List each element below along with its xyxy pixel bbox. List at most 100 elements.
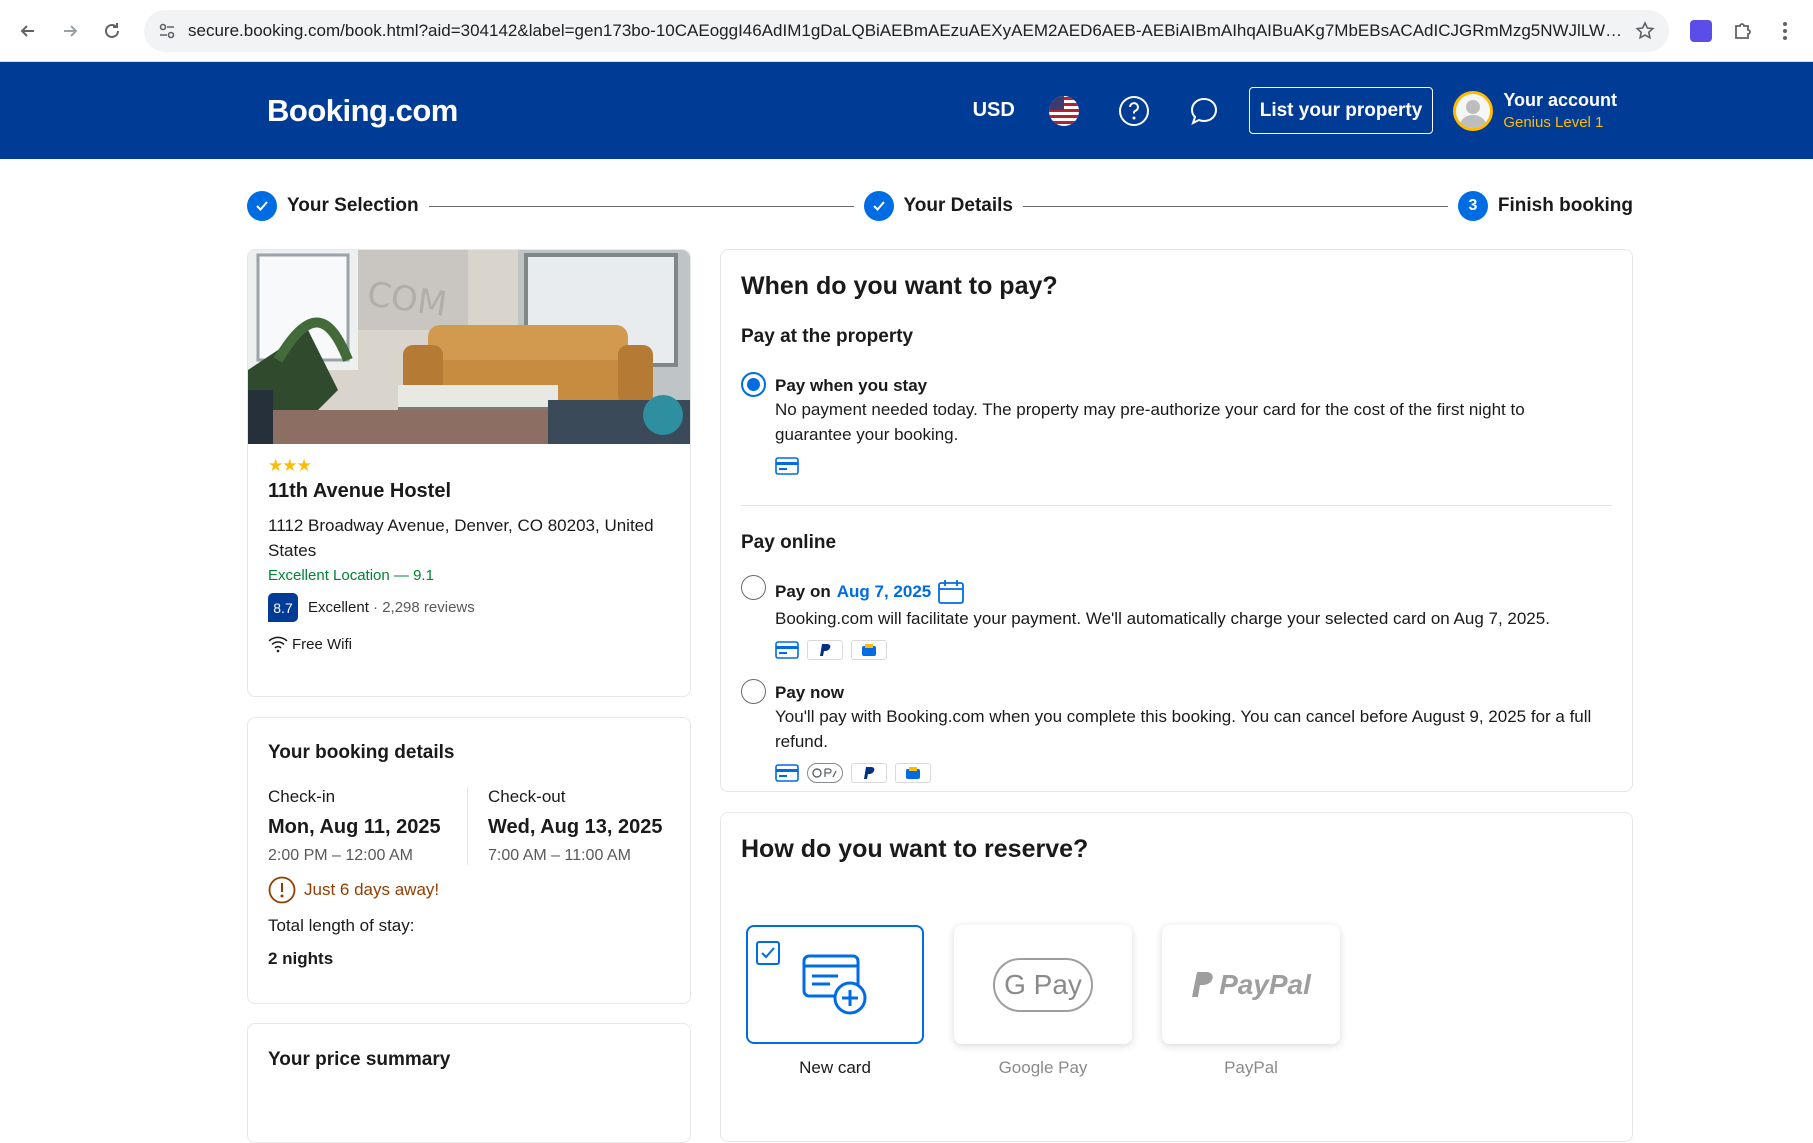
payment-timing-card: When do you want to pay? Pay at the prop… [720, 249, 1633, 792]
genius-level: Genius Level 1 [1503, 114, 1604, 131]
pay-at-property-heading: Pay at the property [741, 326, 914, 347]
urgency-text: Just 6 days away! [304, 880, 440, 899]
check-icon [247, 191, 277, 221]
pay-online-heading: Pay online [741, 532, 837, 553]
option-title: Pay when you stay [775, 376, 928, 395]
reserve-title: How do you want to reserve? [741, 835, 1089, 863]
paypal-logo: PayPal [1191, 969, 1311, 1001]
language-selector[interactable] [1029, 86, 1099, 136]
step-your-selection: Your Selection [247, 191, 419, 221]
step-label: Your Selection [287, 195, 419, 216]
alert-icon [268, 876, 296, 904]
step-label: Your Details [903, 195, 1013, 216]
review-summary: 8.7 Excellent · 2,298 reviews [268, 593, 670, 622]
hotel-photo[interactable]: COM [248, 250, 690, 444]
avatar [1453, 90, 1494, 131]
credit-card-icon [775, 640, 799, 660]
site-info-icon[interactable] [158, 22, 176, 40]
extensions-puzzle-icon[interactable] [1725, 13, 1761, 49]
paypal-option[interactable]: PayPal [1162, 925, 1340, 1044]
location-score: Excellent Location — 9.1 [268, 567, 434, 584]
checkin-time: 2:00 PM – 12:00 AM [268, 847, 413, 864]
credit-card-icon [775, 456, 799, 476]
step-number: 3 [1457, 191, 1488, 221]
checkout-date: Wed, Aug 13, 2025 [488, 816, 663, 838]
option-pay-when-stay[interactable]: Pay when you stay No payment needed toda… [741, 372, 1612, 476]
booking-logo[interactable]: Booking.com [267, 93, 458, 129]
messages-icon[interactable] [1169, 86, 1239, 136]
review-score-badge: 8.7 [268, 593, 298, 622]
wallet-icon [895, 763, 931, 783]
google-pay-option[interactable]: G Pay [954, 925, 1132, 1044]
stay-length-label: Total length of stay: [268, 916, 415, 935]
currency-selector[interactable]: USD [959, 86, 1029, 136]
help-icon[interactable] [1099, 86, 1169, 136]
google-pay-label: Google Pay [998, 1058, 1088, 1077]
browser-menu-icon[interactable] [1767, 13, 1803, 49]
back-icon[interactable] [10, 13, 46, 49]
account-name: Your account [1503, 90, 1617, 110]
star-rating: ★★★ [268, 456, 312, 475]
paypal-mark-icon [1192, 971, 1213, 997]
paypal-text: PayPal [1219, 968, 1311, 1000]
pay-later-radio[interactable] [741, 575, 766, 600]
pay-date-link[interactable]: Aug 7, 2025 [837, 582, 932, 602]
calendar-icon[interactable] [937, 579, 965, 605]
booking-details-title: Your booking details [268, 742, 455, 763]
urgency-message: Just 6 days away! [268, 876, 670, 904]
option-description: You'll pay with Booking.com when you com… [775, 707, 1592, 751]
checkout-block: Check-out Wed, Aug 13, 2025 7:00 AM – 11… [468, 787, 663, 865]
checkin-block: Check-in Mon, Aug 11, 2025 2:00 PM – 12:… [268, 787, 468, 865]
add-card-icon [802, 954, 867, 1014]
price-summary-card: Your price summary [247, 1023, 691, 1143]
new-card-label: New card [799, 1058, 871, 1077]
reload-icon[interactable] [94, 13, 130, 49]
wifi-icon [268, 636, 288, 653]
us-flag-icon [1048, 95, 1079, 126]
hotel-name: 11th Avenue Hostel [268, 480, 452, 502]
selected-checkbox[interactable] [756, 941, 780, 965]
new-card-option[interactable] [746, 925, 924, 1044]
forward-icon[interactable] [52, 13, 88, 49]
list-property-button[interactable]: List your property [1248, 87, 1434, 134]
pay-now-radio[interactable] [741, 679, 766, 704]
address-bar[interactable]: secure.booking.com/book.html?aid=304142&… [144, 9, 1669, 52]
wallet-icon [851, 640, 887, 660]
checkout-label: Check-out [488, 787, 566, 806]
option-description: No payment needed today. The property ma… [775, 400, 1525, 444]
option-title-prefix: Pay on [775, 582, 831, 601]
browser-toolbar: secure.booking.com/book.html?aid=304142&… [0, 0, 1813, 62]
stay-length-value: 2 nights [268, 949, 334, 968]
step-your-details: Your Details [863, 191, 1013, 221]
booking-details-card: Your booking details Check-in Mon, Aug 1… [247, 717, 691, 1004]
checkin-date: Mon, Aug 11, 2025 [268, 816, 441, 838]
site-header: Booking.com USD List your property Your … [0, 62, 1813, 159]
option-pay-later[interactable]: Pay on Aug 7, 2025 Booking.com will faci… [741, 575, 1612, 660]
hotel-address: 1112 Broadway Avenue, Denver, CO 80203, … [268, 516, 654, 560]
bookmark-star-icon[interactable] [1635, 20, 1655, 41]
google-pay-icon [807, 763, 843, 783]
price-summary-title: Your price summary [268, 1049, 451, 1070]
option-title: Pay on Aug 7, 2025 [775, 579, 1605, 605]
paypal-icon [851, 763, 887, 783]
payment-timing-title: When do you want to pay? [741, 272, 1058, 300]
url-text[interactable]: secure.booking.com/book.html?aid=304142&… [188, 21, 1623, 41]
account-menu[interactable]: Your account Genius Level 1 [1453, 90, 1617, 131]
option-title: Pay now [775, 683, 844, 702]
payment-methods [775, 640, 1605, 660]
booking-progress: Your Selection Your Details 3 Finish boo… [247, 189, 1633, 223]
step-divider [1023, 205, 1448, 207]
review-count: · 2,298 reviews [373, 599, 475, 616]
extension-app-icon[interactable] [1683, 13, 1719, 49]
step-divider [428, 205, 854, 207]
amenity-label: Free Wifi [292, 635, 352, 653]
paypal-icon [807, 640, 843, 660]
amenity-wifi: Free Wifi [268, 635, 670, 653]
google-pay-logo: G Pay [993, 957, 1093, 1012]
check-icon [863, 191, 894, 221]
hotel-card: COM ★★★ 11th Avenue Hostel 1112 Broadway… [247, 249, 691, 697]
pay-when-stay-radio[interactable] [741, 372, 766, 397]
option-pay-now[interactable]: Pay now You'll pay with Booking.com when… [741, 679, 1612, 783]
payment-methods [775, 763, 1605, 783]
review-score-word: Excellent [308, 599, 369, 616]
